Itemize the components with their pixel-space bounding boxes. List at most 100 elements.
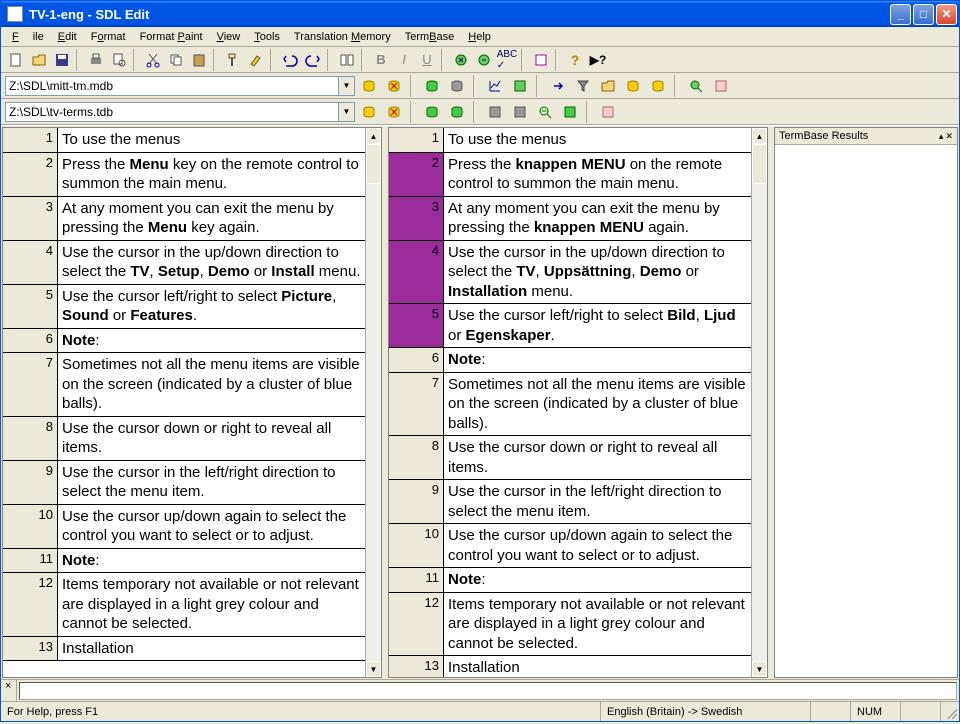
segment-text[interactable]: Items temporary not available or not rel… xyxy=(444,593,751,656)
table-row[interactable]: 2Press the Menu key on the remote contro… xyxy=(3,153,365,197)
segment-text[interactable]: Note: xyxy=(444,348,751,372)
menu-format[interactable]: Format xyxy=(84,29,133,45)
segment-text[interactable]: Use the cursor down or right to reveal a… xyxy=(444,436,751,479)
segment-text[interactable]: Use the cursor in the left/right directi… xyxy=(444,480,751,523)
tm-folder-icon[interactable] xyxy=(597,75,619,97)
tm-green1-icon[interactable] xyxy=(421,75,443,97)
segment-text[interactable]: Use the cursor down or right to reveal a… xyxy=(58,417,365,460)
table-row[interactable]: 8Use the cursor down or right to reveal … xyxy=(389,436,751,480)
save-icon[interactable] xyxy=(51,49,73,71)
scrollbar[interactable]: ▲ ▼ xyxy=(365,128,381,677)
table-row[interactable]: 6Note: xyxy=(3,329,365,354)
scroll-up-icon[interactable]: ▲ xyxy=(366,128,381,144)
menu-translation-memory[interactable]: Translation Memory xyxy=(287,29,398,45)
tm-green2-icon[interactable] xyxy=(446,75,468,97)
table-row[interactable]: 1To use the menus xyxy=(389,128,751,153)
menu-tools[interactable]: Tools xyxy=(247,29,287,45)
menu-termbase[interactable]: TermBase xyxy=(398,29,462,45)
scroll-up-icon[interactable]: ▲ xyxy=(752,128,767,144)
tm-chart-icon[interactable] xyxy=(484,75,506,97)
maximize-button[interactable]: □ xyxy=(913,4,934,25)
table-row[interactable]: 10Use the cursor up/down again to select… xyxy=(3,505,365,549)
table-row[interactable]: 7Sometimes not all the menu items are vi… xyxy=(3,353,365,417)
segment-text[interactable]: Press the knappen MENU on the remote con… xyxy=(444,153,751,196)
segment-text[interactable]: Sometimes not all the menu items are vis… xyxy=(58,353,365,416)
print-preview-icon[interactable] xyxy=(108,49,130,71)
tb-green1-icon[interactable] xyxy=(421,101,443,123)
chevron-down-icon[interactable]: ▼ xyxy=(338,103,354,121)
tm-settings-icon[interactable] xyxy=(509,75,531,97)
table-row[interactable]: 6Note: xyxy=(389,348,751,373)
tb-path-combo[interactable]: Z:\SDL\tv-terms.tdb ▼ xyxy=(5,102,355,122)
segment-text[interactable]: To use the menus xyxy=(444,128,751,152)
segment-text[interactable]: Press the Menu key on the remote control… xyxy=(58,153,365,196)
menu-file[interactable]: File xyxy=(5,29,51,45)
tm-yellow1-icon[interactable] xyxy=(622,75,644,97)
table-row[interactable]: 10Use the cursor up/down again to select… xyxy=(389,524,751,568)
context-help-icon[interactable]: ▶? xyxy=(587,49,609,71)
table-row[interactable]: 3At any moment you can exit the menu by … xyxy=(389,197,751,241)
open-icon[interactable] xyxy=(28,49,50,71)
segment-text[interactable]: Installation xyxy=(58,637,365,661)
minimize-button[interactable]: _ xyxy=(890,4,911,25)
table-row[interactable]: 7Sometimes not all the menu items are vi… xyxy=(389,373,751,437)
table-row[interactable]: 1To use the menus xyxy=(3,128,365,153)
paste-icon[interactable] xyxy=(188,49,210,71)
command-close-icon[interactable]: × xyxy=(1,680,17,701)
table-row[interactable]: 9Use the cursor in the left/right direct… xyxy=(3,461,365,505)
scroll-down-icon[interactable]: ▼ xyxy=(752,661,767,677)
copy-icon[interactable] xyxy=(165,49,187,71)
underline-icon[interactable]: U xyxy=(416,49,438,71)
panel-pin-icon[interactable]: ▴ xyxy=(939,131,944,142)
segment-text[interactable]: To use the menus xyxy=(58,128,365,152)
tm-search-icon[interactable] xyxy=(685,75,707,97)
table-row[interactable]: 11Note: xyxy=(389,568,751,593)
spellcheck-icon[interactable]: ABC✓ xyxy=(496,49,518,71)
close-button[interactable]: ✕ xyxy=(936,4,957,25)
undo-icon[interactable] xyxy=(279,49,301,71)
table-row[interactable]: 3At any moment you can exit the menu by … xyxy=(3,197,365,241)
table-row[interactable]: 4Use the cursor in the up/down direction… xyxy=(3,241,365,285)
tb-search-icon[interactable] xyxy=(534,101,556,123)
segment-text[interactable]: At any moment you can exit the menu by p… xyxy=(58,197,365,240)
source-segments[interactable]: 1To use the menus2Press the Menu key on … xyxy=(3,128,365,677)
segment-text[interactable]: Items temporary not available or not rel… xyxy=(58,573,365,636)
tm-lookup-icon[interactable] xyxy=(450,49,472,71)
segment-text[interactable]: Use the cursor in the up/down direction … xyxy=(58,241,365,284)
highlight-icon[interactable] xyxy=(245,49,267,71)
tm-db-open-icon[interactable] xyxy=(358,75,380,97)
help-icon[interactable]: ? xyxy=(564,49,586,71)
chevron-down-icon[interactable]: ▼ xyxy=(338,77,354,95)
tb-green2-icon[interactable] xyxy=(446,101,468,123)
target-segments[interactable]: 1To use the menus2Press the knappen MENU… xyxy=(389,128,751,677)
table-row[interactable]: 11Note: xyxy=(3,549,365,574)
resize-grip-icon[interactable] xyxy=(941,703,959,721)
new-icon[interactable] xyxy=(5,49,27,71)
segment-text[interactable]: Installation xyxy=(444,656,751,677)
tb-tool1-icon[interactable] xyxy=(484,101,506,123)
menu-view[interactable]: View xyxy=(210,29,248,45)
cut-icon[interactable] xyxy=(142,49,164,71)
tm-filter-icon[interactable] xyxy=(572,75,594,97)
tb-db-close-icon[interactable] xyxy=(383,101,405,123)
segment-text[interactable]: Use the cursor left/right to select Pict… xyxy=(58,285,365,328)
segment-text[interactable]: Use the cursor left/right to select Bild… xyxy=(444,304,751,347)
table-row[interactable]: 12Items temporary not available or not r… xyxy=(3,573,365,637)
segment-text[interactable]: Use the cursor in the up/down direction … xyxy=(444,241,751,304)
table-row[interactable]: 5Use the cursor left/right to select Pic… xyxy=(3,285,365,329)
segment-text[interactable]: Note: xyxy=(444,568,751,592)
command-input[interactable] xyxy=(19,682,957,700)
menu-format-paint[interactable]: Format Paint xyxy=(133,29,210,45)
tm-db-close-icon[interactable] xyxy=(383,75,405,97)
toggle-view-icon[interactable] xyxy=(336,49,358,71)
segment-text[interactable]: Use the cursor in the left/right directi… xyxy=(58,461,365,504)
splitter[interactable] xyxy=(769,126,773,679)
tb-open-icon[interactable] xyxy=(530,49,552,71)
segment-text[interactable]: Use the cursor up/down again to select t… xyxy=(58,505,365,548)
table-row[interactable]: 8Use the cursor down or right to reveal … xyxy=(3,417,365,461)
format-paint-icon[interactable] xyxy=(222,49,244,71)
menu-edit[interactable]: Edit xyxy=(51,29,84,45)
table-row[interactable]: 2Press the knappen MENU on the remote co… xyxy=(389,153,751,197)
tm-arrow-icon[interactable] xyxy=(547,75,569,97)
tb-green-box-icon[interactable] xyxy=(559,101,581,123)
